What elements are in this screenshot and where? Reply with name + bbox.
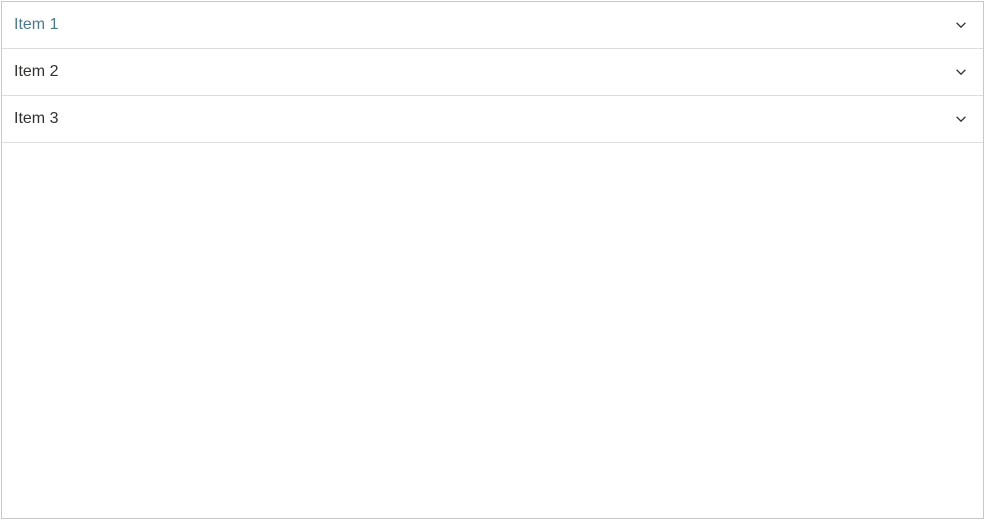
- chevron-down-icon: [953, 17, 969, 33]
- accordion-container: Item 1 Item 2 Item 3: [1, 1, 984, 519]
- accordion-item-label: Item 1: [14, 16, 58, 34]
- chevron-down-icon: [953, 111, 969, 127]
- accordion: Item 1 Item 2 Item 3: [2, 2, 983, 143]
- accordion-header-3[interactable]: Item 3: [2, 96, 983, 142]
- accordion-header-1[interactable]: Item 1: [2, 2, 983, 48]
- accordion-item-label: Item 3: [14, 110, 58, 128]
- accordion-header-2[interactable]: Item 2: [2, 49, 983, 95]
- accordion-item-2: Item 2: [2, 49, 983, 96]
- accordion-item-1: Item 1: [2, 2, 983, 49]
- accordion-item-label: Item 2: [14, 63, 58, 81]
- accordion-item-3: Item 3: [2, 96, 983, 143]
- chevron-down-icon: [953, 64, 969, 80]
